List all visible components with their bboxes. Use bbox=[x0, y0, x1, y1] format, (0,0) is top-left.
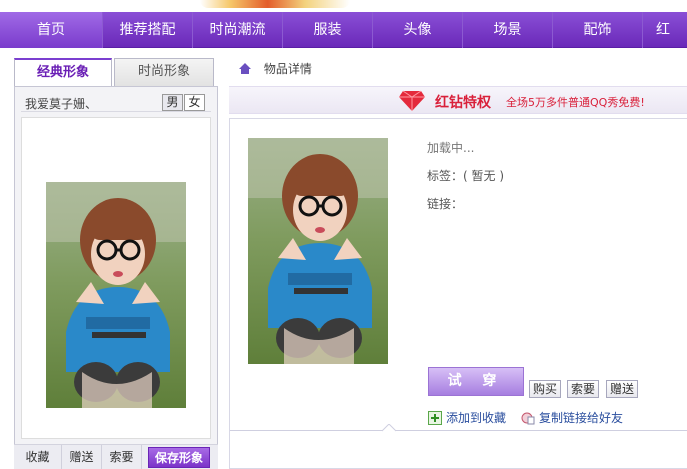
red-diamond-promo[interactable]: 红钻特权 全场5万多件普通QQ秀免费! bbox=[229, 86, 687, 114]
gift-item-button[interactable]: 赠送 bbox=[606, 380, 639, 398]
tab-fashion-avatar[interactable]: 时尚形象 bbox=[114, 58, 214, 86]
try-on-button[interactable]: 试 穿 bbox=[428, 367, 524, 396]
user-bar: 我爱莫子姗、 男 女 bbox=[21, 92, 211, 112]
add-favorite-label: 添加到收藏 bbox=[446, 411, 507, 425]
request-item-button[interactable]: 索要 bbox=[567, 380, 600, 398]
add-favorite-link[interactable]: 添加到收藏 bbox=[428, 409, 506, 427]
top-banner bbox=[0, 0, 687, 12]
gender-female-button[interactable]: 女 bbox=[184, 94, 205, 111]
request-button[interactable]: 索要 bbox=[102, 445, 142, 469]
item-photo bbox=[248, 138, 388, 364]
avatar-actions: 收藏 赠送 索要 保存形象 bbox=[14, 444, 218, 469]
promo-description: 全场5万多件普通QQ秀免费! bbox=[506, 96, 645, 109]
breadcrumb-text: 物品详情 bbox=[263, 62, 312, 76]
copy-link-label: 复制链接给好友 bbox=[539, 411, 624, 425]
link-label: 链接： bbox=[427, 197, 464, 211]
gender-male-button[interactable]: 男 bbox=[162, 94, 183, 111]
plus-icon bbox=[428, 411, 442, 425]
username: 我爱莫子姗、 bbox=[25, 97, 98, 111]
nav-scene[interactable]: 场景 bbox=[463, 12, 553, 48]
promo-title: 红钻特权 bbox=[435, 95, 491, 111]
copy-link-link[interactable]: 复制链接给好友 bbox=[521, 409, 623, 427]
copy-link-icon bbox=[521, 412, 535, 425]
nav-avatar[interactable]: 头像 bbox=[373, 12, 463, 48]
loading-text: 加载中... bbox=[427, 141, 475, 155]
avatar-photo bbox=[46, 182, 186, 408]
nav-clothing[interactable]: 服装 bbox=[283, 12, 373, 48]
tag-label: 标签： bbox=[427, 169, 464, 183]
avatar-panel: 经典形象 时尚形象 我爱莫子姗、 男 女 bbox=[14, 56, 218, 469]
avatar-tabs: 经典形象 时尚形象 bbox=[14, 56, 218, 86]
nav-recommended-outfits[interactable]: 推荐搭配 bbox=[103, 12, 193, 48]
banner-decoration bbox=[200, 0, 350, 8]
item-detail: 加载中... 标签：( 暂无 ) 链接： 试 穿 购买 索要 赠送 添加到收藏 … bbox=[229, 118, 687, 469]
nav-home[interactable]: 首页 bbox=[0, 12, 103, 48]
link-line: 链接： bbox=[427, 195, 504, 223]
save-avatar-button[interactable]: 保存形象 bbox=[148, 447, 210, 468]
avatar-panel-body: 我爱莫子姗、 男 女 bbox=[14, 86, 218, 469]
favorite-button[interactable]: 收藏 bbox=[14, 445, 62, 469]
tab-classic-avatar[interactable]: 经典形象 bbox=[14, 58, 112, 86]
nav-accessories[interactable]: 配饰 bbox=[553, 12, 643, 48]
divider-notch bbox=[382, 424, 396, 432]
home-icon[interactable] bbox=[238, 62, 252, 75]
detail-divider bbox=[230, 430, 687, 431]
gift-button[interactable]: 赠送 bbox=[62, 445, 102, 469]
main-nav: 首页 推荐搭配 时尚潮流 服装 头像 场景 配饰 红 bbox=[0, 12, 687, 48]
buy-button[interactable]: 购买 bbox=[529, 380, 562, 398]
breadcrumb: 物品详情 bbox=[238, 60, 312, 78]
tag-line: 标签：( 暂无 ) bbox=[427, 167, 504, 195]
diamond-icon bbox=[399, 90, 425, 111]
nav-fashion-trends[interactable]: 时尚潮流 bbox=[193, 12, 283, 48]
item-info: 加载中... 标签：( 暂无 ) 链接： bbox=[427, 139, 504, 223]
nav-red-truncated[interactable]: 红 bbox=[643, 12, 683, 48]
tag-value: ( 暂无 ) bbox=[463, 169, 505, 183]
avatar-stage bbox=[21, 117, 211, 439]
